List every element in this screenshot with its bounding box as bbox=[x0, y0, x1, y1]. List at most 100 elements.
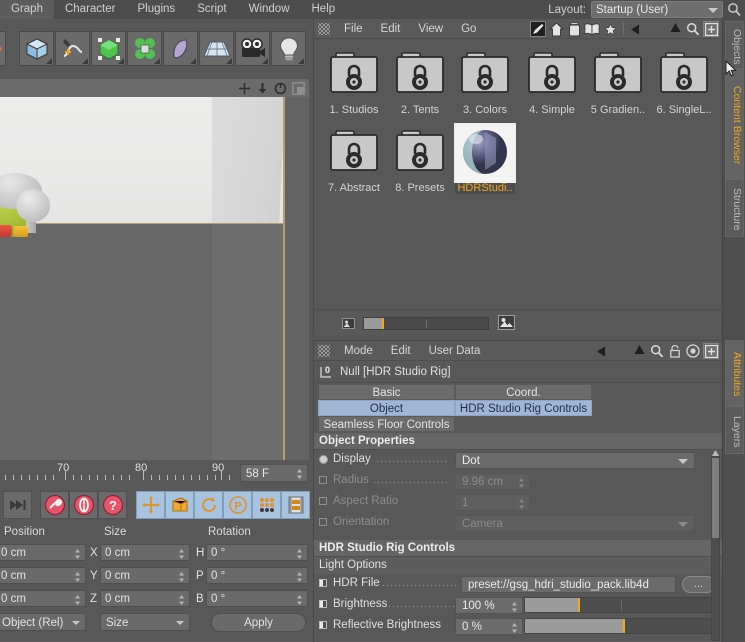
rotation-b-field[interactable]: 0 ° bbox=[206, 590, 308, 607]
vtab-structure[interactable]: Structure bbox=[725, 179, 744, 237]
viewport-panel[interactable] bbox=[0, 79, 309, 460]
rotate-view-icon[interactable] bbox=[274, 82, 287, 98]
cb-menu-edit[interactable]: Edit bbox=[372, 19, 410, 39]
target-icon[interactable] bbox=[685, 343, 701, 359]
current-frame-field[interactable]: 58 F bbox=[240, 464, 308, 482]
point-level-animation-button[interactable] bbox=[252, 491, 281, 519]
scale-tool-button[interactable] bbox=[165, 491, 194, 519]
floor-grid-button[interactable] bbox=[199, 31, 234, 66]
record-position-button[interactable] bbox=[40, 491, 69, 519]
menu-character[interactable]: Character bbox=[54, 0, 127, 19]
brightness-slider[interactable] bbox=[524, 597, 714, 613]
undo-tool-button[interactable] bbox=[0, 31, 6, 66]
stepper-icon[interactable] bbox=[511, 601, 518, 613]
browser-item-studios[interactable]: 1. Studios bbox=[324, 47, 384, 116]
timeline-ruler-bar[interactable]: 70 80 90 58 F bbox=[0, 460, 313, 488]
browser-item-simple[interactable]: 4. Simple bbox=[522, 47, 582, 116]
new-folder-icon[interactable] bbox=[703, 21, 719, 37]
browser-item-abstract[interactable]: 7. Abstract bbox=[324, 125, 384, 194]
stepper-icon[interactable] bbox=[74, 548, 81, 560]
up-arrow-icon[interactable] bbox=[631, 343, 647, 359]
book-icon[interactable] bbox=[584, 21, 600, 37]
selected-object-line[interactable]: 0 Null [HDR Studio Rig] bbox=[314, 361, 722, 383]
coord-size-dropdown[interactable]: Size bbox=[100, 613, 190, 631]
menu-window[interactable]: Window bbox=[238, 0, 301, 19]
display-dropdown[interactable]: Dot bbox=[455, 452, 695, 469]
spline-pen-button[interactable] bbox=[55, 31, 90, 66]
coord-mode-dropdown[interactable]: Object (Rel) bbox=[0, 613, 86, 631]
hdr-file-field[interactable]: preset://gsg_hdri_studio_pack.lib4d bbox=[461, 576, 676, 593]
lock-icon[interactable] bbox=[667, 343, 683, 359]
browser-item-tents[interactable]: 2. Tents bbox=[390, 47, 450, 116]
stepper-icon[interactable] bbox=[296, 548, 303, 560]
keyframe-marker-icon[interactable] bbox=[319, 579, 327, 587]
panel-grip-icon[interactable] bbox=[318, 344, 330, 357]
menu-help[interactable]: Help bbox=[301, 0, 347, 19]
stepper-icon[interactable] bbox=[74, 594, 81, 606]
up-arrow-icon[interactable] bbox=[667, 21, 683, 37]
browser-item-presets[interactable]: 8. Presets bbox=[390, 125, 450, 194]
timeline-toggle-button[interactable] bbox=[281, 491, 310, 519]
cube-primitive-button[interactable] bbox=[19, 31, 54, 66]
orientation-dropdown[interactable]: Camera bbox=[455, 515, 695, 532]
position-z-field[interactable]: 0 cm bbox=[0, 590, 86, 607]
stepper-icon[interactable] bbox=[518, 498, 525, 510]
timeline-ruler[interactable]: 70 80 90 bbox=[0, 460, 240, 488]
slider-knob[interactable] bbox=[623, 619, 625, 633]
at-menu-userdata[interactable]: User Data bbox=[420, 341, 490, 361]
pencil-icon[interactable] bbox=[530, 21, 546, 37]
size-y-field[interactable]: 0 cm bbox=[100, 567, 190, 584]
aspect-ratio-field[interactable]: 1 bbox=[455, 494, 530, 511]
property-marker-icon[interactable] bbox=[319, 476, 327, 484]
tab-seamless-floor-controls[interactable]: Seamless Floor Controls bbox=[318, 416, 455, 432]
record-rotation-button[interactable] bbox=[69, 491, 98, 519]
back-arrow-icon[interactable] bbox=[595, 343, 611, 359]
deformer-button[interactable] bbox=[163, 31, 198, 66]
brightness-field[interactable]: 100 % bbox=[455, 597, 523, 614]
vtab-content-browser[interactable]: Content Browser bbox=[725, 69, 744, 179]
position-tool-button[interactable] bbox=[136, 491, 165, 519]
tab-coord[interactable]: Coord. bbox=[455, 384, 592, 400]
thumbnail-size-slider[interactable] bbox=[363, 317, 489, 330]
property-marker-icon[interactable] bbox=[319, 455, 328, 464]
small-thumbnail-icon[interactable] bbox=[342, 318, 355, 332]
browser-item-hdrstudio[interactable]: HDRStudi.. bbox=[454, 123, 516, 194]
stepper-icon[interactable] bbox=[74, 571, 81, 583]
tab-basic[interactable]: Basic bbox=[318, 384, 455, 400]
rotation-tool-button[interactable] bbox=[194, 491, 223, 519]
stepper-icon[interactable] bbox=[518, 477, 525, 489]
radius-field[interactable]: 9.96 cm bbox=[455, 473, 530, 490]
rotation-p-field[interactable]: 0 ° bbox=[206, 567, 308, 584]
scrollbar-thumb[interactable] bbox=[712, 458, 719, 538]
content-browser-grid[interactable]: 1. Studios 2. Tents 3. Colors 4. Simple bbox=[314, 40, 723, 325]
stepper-icon[interactable] bbox=[178, 571, 185, 583]
vtab-attributes[interactable]: Attributes bbox=[725, 340, 744, 406]
keyframe-marker-icon[interactable] bbox=[319, 621, 327, 629]
home-icon[interactable] bbox=[548, 21, 564, 37]
stepper-icon[interactable] bbox=[296, 571, 303, 583]
rotation-h-field[interactable]: 0 ° bbox=[206, 544, 308, 561]
keyframe-marker-icon[interactable] bbox=[319, 600, 327, 608]
menu-graph[interactable]: Graph bbox=[0, 0, 54, 19]
cb-menu-go[interactable]: Go bbox=[452, 19, 485, 39]
search-icon[interactable] bbox=[727, 2, 742, 17]
browser-item-singlelight[interactable]: 6. SingleL.. bbox=[654, 47, 714, 116]
scroll-up-arrow-icon[interactable] bbox=[711, 448, 720, 456]
tab-object[interactable]: Object bbox=[318, 400, 455, 416]
at-menu-mode[interactable]: Mode bbox=[335, 341, 382, 361]
star-icon[interactable] bbox=[602, 21, 618, 37]
large-thumbnail-icon[interactable] bbox=[498, 315, 515, 333]
at-menu-edit[interactable]: Edit bbox=[382, 341, 420, 361]
back-arrow-icon[interactable] bbox=[629, 21, 645, 37]
browser-item-colors[interactable]: 3. Colors bbox=[455, 47, 515, 116]
camera-object-button[interactable] bbox=[235, 31, 270, 66]
stepper-icon[interactable] bbox=[178, 548, 185, 560]
panel-layout-icon[interactable] bbox=[292, 82, 305, 98]
browser-item-gradients[interactable]: 5 Gradien.. bbox=[588, 47, 648, 116]
property-marker-icon[interactable] bbox=[319, 497, 327, 505]
search-icon[interactable] bbox=[649, 343, 665, 359]
mograph-cloner-button[interactable] bbox=[127, 31, 162, 66]
preset-jar-icon[interactable] bbox=[566, 21, 582, 37]
record-parameter-button[interactable]: ? bbox=[98, 491, 127, 519]
size-z-field[interactable]: 0 cm bbox=[100, 590, 190, 607]
